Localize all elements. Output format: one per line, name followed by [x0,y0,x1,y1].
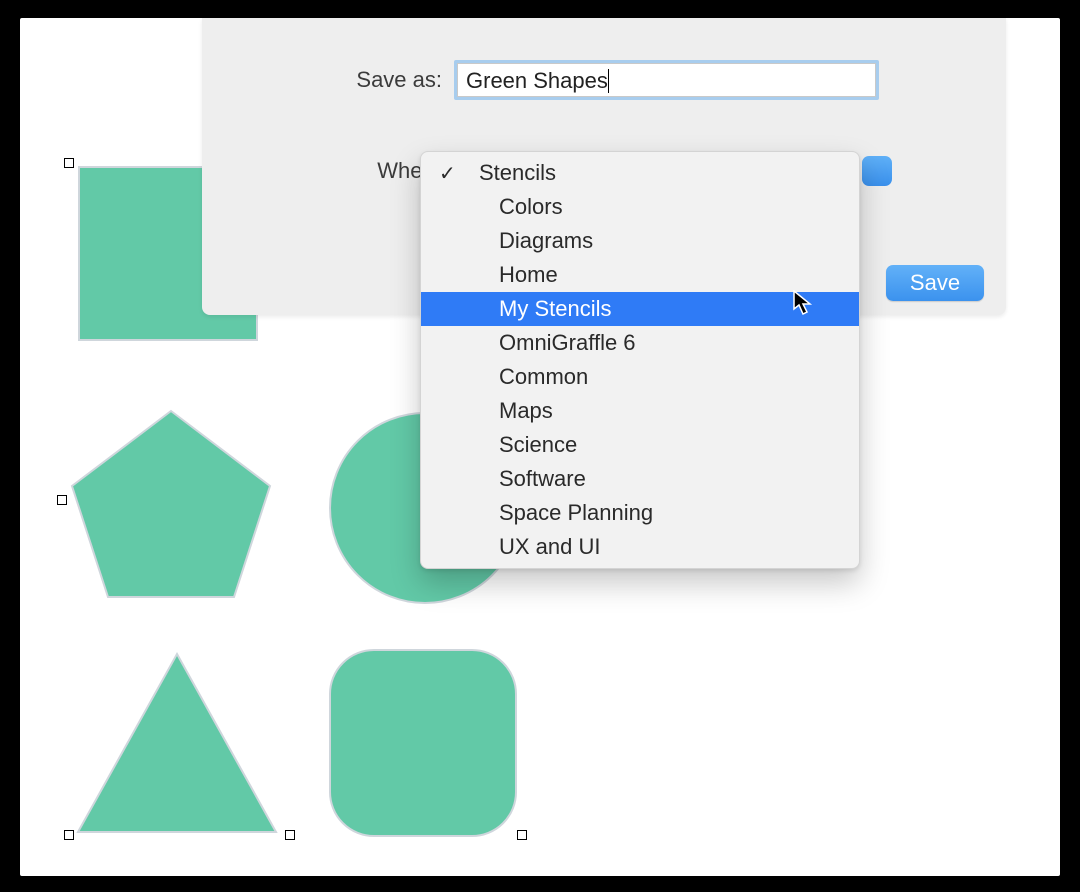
save-button[interactable]: Save [886,265,984,301]
menu-item-label: Maps [499,398,553,424]
menu-item-label: OmniGraffle 6 [499,330,636,356]
menu-item[interactable]: Diagrams [421,224,859,258]
menu-item-label: Science [499,432,577,458]
filename-input[interactable]: Green Shapes [457,63,876,97]
menu-item-label: Colors [499,194,563,220]
menu-item[interactable]: My Stencils [421,292,859,326]
selection-handle[interactable] [517,830,527,840]
menu-item[interactable]: Home [421,258,859,292]
menu-item-label: UX and UI [499,534,601,560]
menu-item[interactable]: Common [421,360,859,394]
text-caret [608,69,610,93]
check-icon: ✓ [439,161,456,186]
save-button-label: Save [910,270,960,296]
selection-handle[interactable] [57,495,67,505]
menu-item-label: Space Planning [499,500,653,526]
menu-item[interactable]: OmniGraffle 6 [421,326,859,360]
menu-item-label: Common [499,364,588,390]
selection-handle[interactable] [64,830,74,840]
menu-item[interactable]: Software [421,462,859,496]
menu-item-label: Stencils [479,160,556,186]
menu-item[interactable]: UX and UI [421,530,859,564]
menu-item[interactable]: Colors [421,190,859,224]
menu-item-label: Software [499,466,586,492]
expand-dialog-button[interactable] [862,156,892,186]
menu-item-label: Diagrams [499,228,593,254]
save-as-label: Save as: [352,67,442,93]
menu-item[interactable]: ✓ Stencils [421,156,859,190]
where-dropdown-menu[interactable]: ✓ Stencils Colors Diagrams Home My Stencils Om… [420,151,860,569]
shape-pentagon[interactable] [66,407,276,602]
menu-item-label: Home [499,262,558,288]
filename-value: Green Shapes [466,68,608,94]
menu-item-label: My Stencils [499,296,611,322]
shape-triangle[interactable] [72,650,282,835]
shape-rounded-square[interactable] [328,648,518,838]
menu-item[interactable]: Science [421,428,859,462]
menu-item[interactable]: Maps [421,394,859,428]
selection-handle[interactable] [285,830,295,840]
menu-item[interactable]: Space Planning [421,496,859,530]
selection-handle[interactable] [64,158,74,168]
